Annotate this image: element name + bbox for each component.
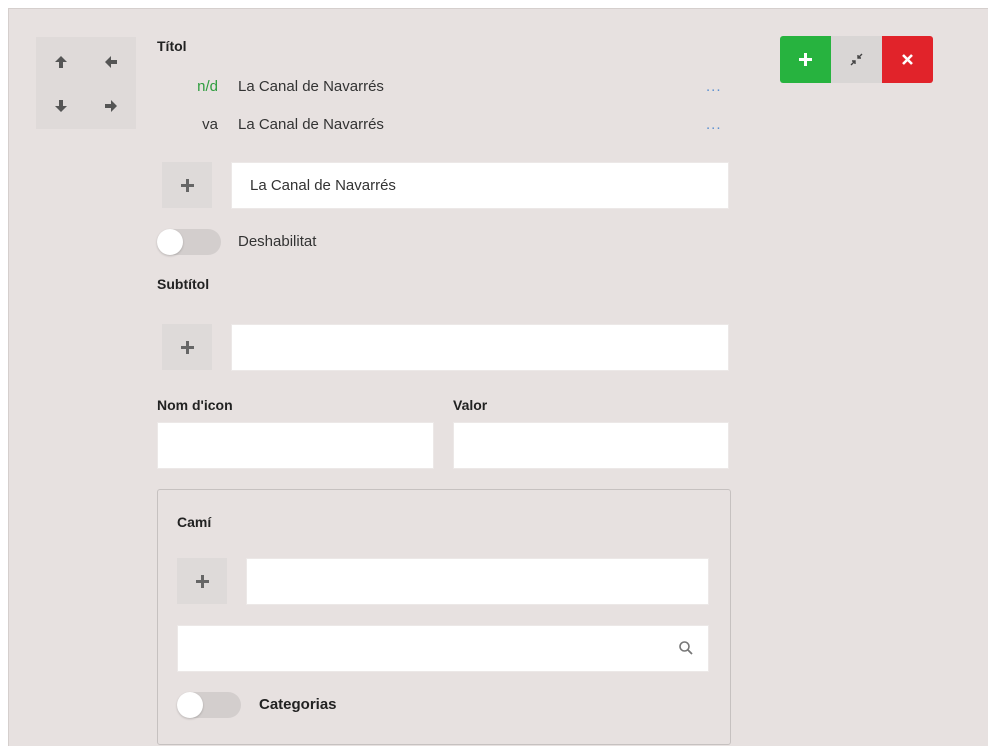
translation-text: La Canal de Navarrés: [238, 116, 384, 133]
subtitle-input[interactable]: [231, 324, 729, 371]
plus-icon: [180, 340, 194, 354]
path-search-input[interactable]: [177, 625, 709, 672]
reorder-arrows: [36, 37, 136, 129]
disabled-toggle[interactable]: [157, 229, 221, 255]
categories-toggle[interactable]: [177, 692, 241, 718]
translation-text: La Canal de Navarrés: [238, 78, 384, 95]
delete-button[interactable]: [882, 36, 933, 83]
subtitle-label: Subtítol: [157, 276, 210, 292]
title-input[interactable]: La Canal de Navarrés: [231, 162, 729, 209]
search-icon[interactable]: [678, 640, 694, 656]
arrow-right-icon[interactable]: [99, 94, 123, 118]
plus-icon: [195, 574, 209, 588]
field-actions: [780, 36, 933, 83]
translation-lang: n/d: [197, 78, 218, 95]
categories-toggle-label: Categorias: [259, 696, 337, 713]
icon-name-label: Nom d'icon: [157, 397, 233, 413]
translation-more-button[interactable]: ...: [706, 116, 722, 133]
title-label: Títol: [157, 38, 187, 54]
add-subtitle-translation-button[interactable]: [162, 324, 212, 370]
value-input[interactable]: [453, 422, 729, 469]
add-button[interactable]: [780, 36, 831, 83]
path-input[interactable]: [246, 558, 709, 605]
translation-lang: va: [202, 116, 218, 133]
path-group-box: [157, 489, 731, 745]
toggle-knob: [157, 229, 183, 255]
path-label: Camí: [177, 514, 212, 530]
arrow-down-icon[interactable]: [49, 94, 73, 118]
translation-more-button[interactable]: ...: [706, 78, 722, 95]
icon-name-input[interactable]: [157, 422, 434, 469]
compress-icon: [850, 53, 863, 66]
minimize-button[interactable]: [831, 36, 882, 83]
add-translation-button[interactable]: [162, 162, 212, 208]
arrow-up-icon[interactable]: [49, 50, 73, 74]
add-path-translation-button[interactable]: [177, 558, 227, 604]
value-label: Valor: [453, 397, 488, 413]
plus-icon: [180, 178, 194, 192]
toggle-knob: [177, 692, 203, 718]
plus-icon: [799, 53, 812, 66]
arrow-left-icon[interactable]: [99, 50, 123, 74]
close-icon: [902, 54, 913, 65]
disabled-toggle-label: Deshabilitat: [238, 233, 317, 250]
